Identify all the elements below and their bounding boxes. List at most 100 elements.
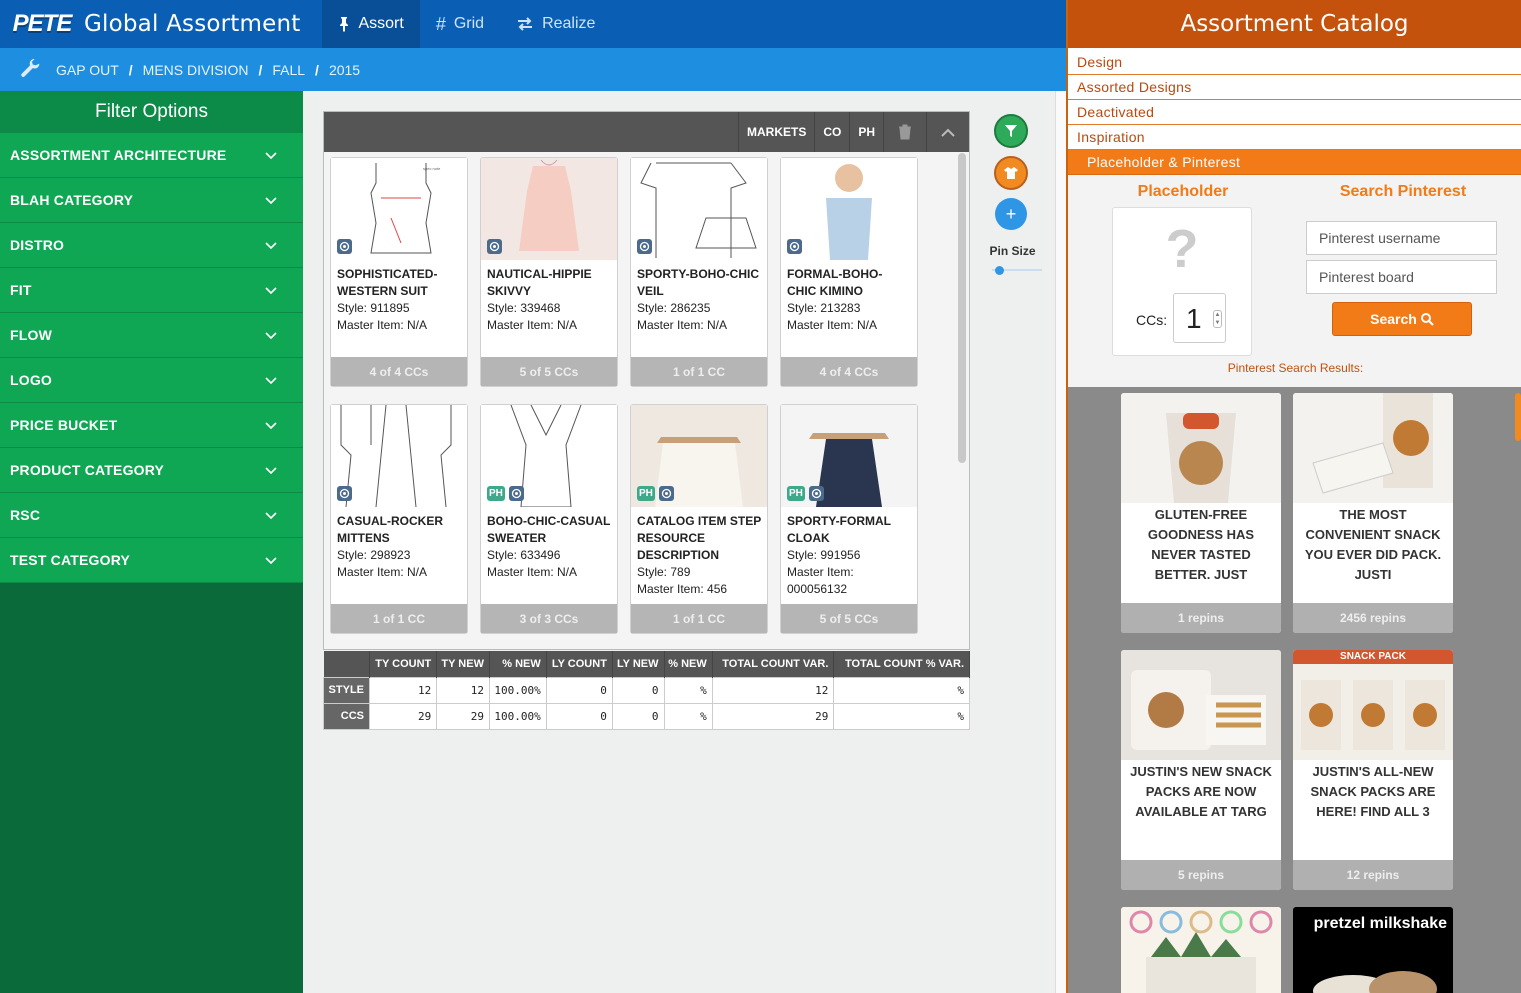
pinterest-pin[interactable]: pretzel milkshake bbox=[1293, 907, 1453, 993]
product-card[interactable]: spec note SOPHISTICATED-WESTERN SUIT Style… bbox=[330, 157, 468, 387]
filter-item-label: TEST CATEGORY bbox=[10, 552, 131, 568]
pinterest-pin[interactable]: GLUTEN-FREE GOODNESS HAS NEVER TASTED BE… bbox=[1121, 393, 1281, 633]
product-card[interactable]: PH CATALOG ITEM STEP RESOURCE DESCRIPTION… bbox=[630, 404, 768, 634]
product-name: CASUAL-ROCKER MITTENS bbox=[337, 514, 443, 545]
panel-scrollbar[interactable] bbox=[957, 153, 967, 633]
product-card[interactable]: PH BOHO-CHIC-CASUAL SWEATER Style: 633496 M… bbox=[480, 404, 618, 634]
product-style: Style: 339468 bbox=[487, 301, 561, 315]
pin-description: THE MOST CONVENIENT SNACK YOU EVER DID P… bbox=[1304, 507, 1442, 582]
collapse-button[interactable] bbox=[926, 112, 969, 152]
chevron-down-icon bbox=[265, 372, 277, 388]
stats-cell: 29 bbox=[436, 702, 490, 730]
catalog-item[interactable]: Inspiration bbox=[1068, 125, 1521, 150]
filter-item-label: DISTRO bbox=[10, 237, 65, 253]
product-image bbox=[481, 158, 617, 260]
stats-cell: 12 bbox=[711, 676, 835, 704]
target-icon[interactable] bbox=[337, 486, 352, 501]
target-icon[interactable] bbox=[487, 239, 502, 254]
placeholder-title: Placeholder bbox=[1137, 183, 1229, 200]
filter-item[interactable]: ASSORTMENT ARCHITECTURE bbox=[0, 133, 303, 178]
ph-button[interactable]: PH bbox=[849, 112, 883, 152]
breadcrumb-item[interactable]: MENS DIVISION bbox=[143, 62, 249, 78]
app-logo[interactable]: PETE bbox=[0, 0, 84, 48]
product-master-item: Master Item: 456 bbox=[637, 582, 728, 596]
filter-item-label: FLOW bbox=[10, 327, 53, 343]
pin-size-slider[interactable] bbox=[992, 266, 1042, 275]
product-image: spec note bbox=[331, 158, 467, 260]
catalog-item[interactable]: Deactivated bbox=[1068, 100, 1521, 125]
shirt-tool-button[interactable] bbox=[994, 156, 1028, 190]
pinterest-pin[interactable]: SNACK PACK JUSTIN'S ALL-NEW SNACK PACKS A… bbox=[1293, 650, 1453, 890]
filter-item-label: PRICE BUCKET bbox=[10, 417, 118, 433]
pinterest-username-input[interactable]: Pinterest username bbox=[1306, 221, 1497, 255]
cc-count: 5 of 5 CCs bbox=[781, 604, 917, 633]
filter-item[interactable]: DISTRO bbox=[0, 223, 303, 268]
stats-cell: 12 bbox=[368, 676, 438, 704]
ccs-stepper[interactable]: 1 ▲ ▼ bbox=[1173, 293, 1226, 343]
pin-size-slider-thumb[interactable] bbox=[994, 266, 1004, 275]
pinterest-search-button[interactable]: Search bbox=[1332, 302, 1472, 336]
product-info: CASUAL-ROCKER MITTENS Style: 298923 Master… bbox=[331, 507, 467, 581]
target-icon[interactable] bbox=[809, 486, 824, 501]
breadcrumb-item[interactable]: 2015 bbox=[329, 62, 360, 78]
pin-repins: 12 repins bbox=[1293, 860, 1453, 890]
catalog-item[interactable]: Design bbox=[1068, 50, 1521, 75]
filter-item[interactable]: BLAH CATEGORY bbox=[0, 178, 303, 223]
panel-scroll-thumb[interactable] bbox=[958, 153, 966, 463]
main-scrollbar[interactable] bbox=[1055, 91, 1066, 993]
filter-item[interactable]: RSC bbox=[0, 493, 303, 538]
co-button[interactable]: CO bbox=[814, 112, 849, 152]
pinterest-pin[interactable]: THE MOST CONVENIENT SNACK YOU EVER DID P… bbox=[1293, 393, 1453, 633]
tab-assort[interactable]: Assort bbox=[322, 0, 420, 48]
breadcrumb-item[interactable]: FALL bbox=[272, 62, 305, 78]
filter-item[interactable]: TEST CATEGORY bbox=[0, 538, 303, 583]
chevron-down-icon bbox=[265, 192, 277, 208]
product-style: Style: 286235 bbox=[637, 301, 711, 315]
target-icon[interactable] bbox=[637, 239, 652, 254]
stepper-arrows-icon[interactable]: ▲ ▼ bbox=[1213, 310, 1222, 328]
target-icon[interactable] bbox=[337, 239, 352, 254]
search-icon bbox=[1420, 312, 1434, 326]
chevron-down-icon bbox=[265, 147, 277, 163]
catalog-item[interactable]: Placeholder & Pinterest bbox=[1068, 150, 1521, 175]
target-icon[interactable] bbox=[659, 486, 674, 501]
stats-cell: 100.00% bbox=[488, 676, 547, 704]
pin-repins: 1 repins bbox=[1121, 603, 1281, 633]
tab-grid[interactable]: # Grid bbox=[420, 0, 500, 48]
product-card[interactable]: CASUAL-ROCKER MITTENS Style: 298923 Master… bbox=[330, 404, 468, 634]
filter-tool-button[interactable] bbox=[994, 114, 1028, 148]
filter-item[interactable]: FIT bbox=[0, 268, 303, 313]
target-icon[interactable] bbox=[509, 486, 524, 501]
filter-sidebar: Filter Options ASSORTMENT ARCHITECTURE BL… bbox=[0, 91, 303, 993]
product-master-item: Master Item: N/A bbox=[637, 318, 728, 332]
product-info: NAUTICAL-HIPPIE SKIVVY Style: 339468 Maste… bbox=[481, 260, 617, 334]
product-name: BOHO-CHIC-CASUAL SWEATER bbox=[487, 514, 611, 545]
filter-item[interactable]: FLOW bbox=[0, 313, 303, 358]
target-icon[interactable] bbox=[787, 239, 802, 254]
results-scrollbar[interactable] bbox=[1515, 393, 1521, 441]
filter-item-label: ASSORTMENT ARCHITECTURE bbox=[10, 147, 227, 163]
tab-realize[interactable]: Realize bbox=[500, 0, 611, 48]
markets-button[interactable]: MARKETS bbox=[737, 112, 814, 152]
delete-button[interactable] bbox=[883, 112, 926, 152]
placeholder-card[interactable]: ? CCs: 1 ▲ ▼ bbox=[1112, 207, 1252, 356]
product-card[interactable]: SPORTY-BOHO-CHIC VEIL Style: 286235 Master… bbox=[630, 157, 768, 387]
wrench-icon[interactable] bbox=[20, 58, 42, 81]
breadcrumb-item[interactable]: GAP OUT bbox=[56, 62, 119, 78]
product-card[interactable]: PH SPORTY-FORMAL CLOAK Style: 991956 Master… bbox=[780, 404, 918, 634]
pinterest-pin[interactable]: JUSTIN'S NEW SNACK PACKS ARE NOW AVAILAB… bbox=[1121, 650, 1281, 890]
product-info: CATALOG ITEM STEP RESOURCE DESCRIPTION St… bbox=[631, 507, 767, 598]
catalog-item[interactable]: Assorted Designs bbox=[1068, 75, 1521, 100]
filter-item[interactable]: LOGO bbox=[0, 358, 303, 403]
pinterest-board-input[interactable]: Pinterest board bbox=[1306, 260, 1497, 294]
product-card[interactable]: NAUTICAL-HIPPIE SKIVVY Style: 339468 Maste… bbox=[480, 157, 618, 387]
stats-header: TY COUNT bbox=[369, 651, 438, 677]
pin-description: GLUTEN-FREE GOODNESS HAS NEVER TASTED BE… bbox=[1147, 507, 1255, 582]
search-label: Search bbox=[1370, 311, 1417, 327]
product-card[interactable]: FORMAL-BOHO-CHIC KIMINO Style: 213283 Mast… bbox=[780, 157, 918, 387]
filter-item[interactable]: PRODUCT CATEGORY bbox=[0, 448, 303, 493]
add-tool-button[interactable]: + bbox=[995, 198, 1027, 230]
pinterest-pin[interactable] bbox=[1121, 907, 1281, 993]
filter-item[interactable]: PRICE BUCKET bbox=[0, 403, 303, 448]
cc-count: 1 of 1 CC bbox=[631, 357, 767, 386]
